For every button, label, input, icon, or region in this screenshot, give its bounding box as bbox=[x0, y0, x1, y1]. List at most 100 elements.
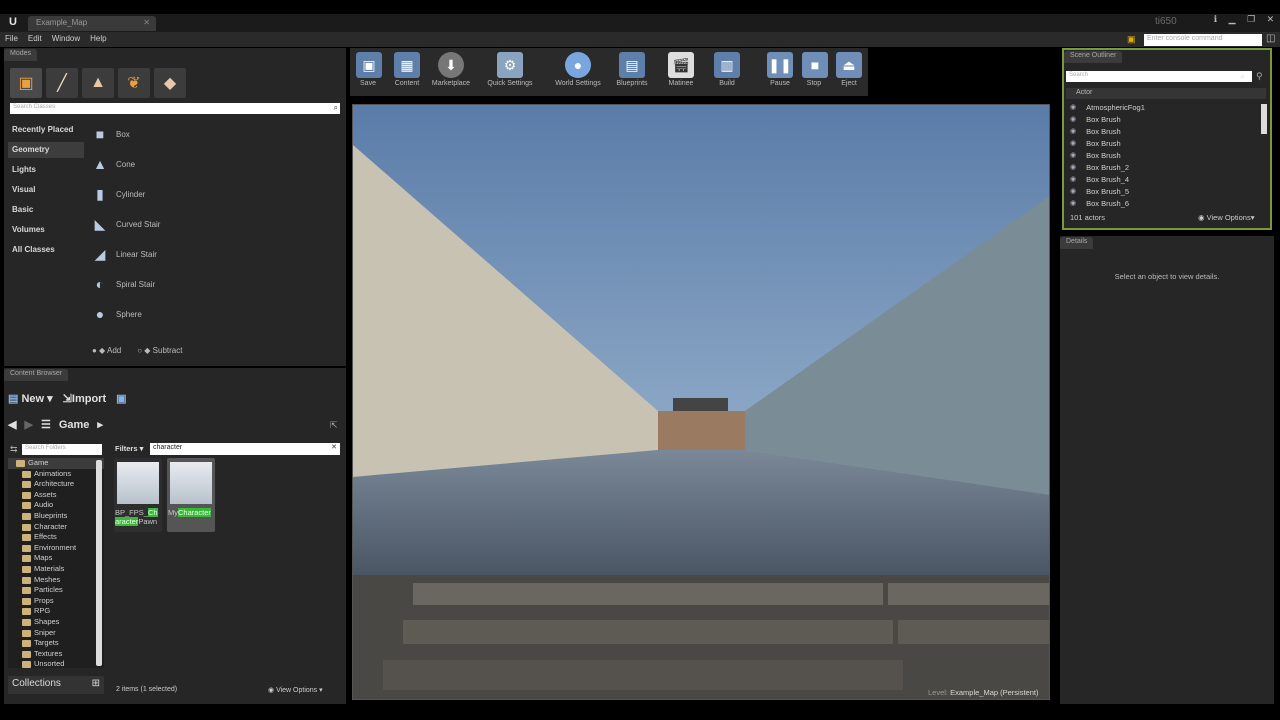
collections-button[interactable]: Collections ⊞ bbox=[8, 676, 104, 694]
folder-item[interactable]: Textures bbox=[8, 649, 104, 660]
minimize-icon[interactable]: ▁ bbox=[1229, 14, 1236, 28]
matinee-button[interactable]: 🎬︎ Matinee bbox=[664, 52, 698, 87]
folder-item[interactable]: Blueprints bbox=[8, 511, 104, 522]
pause-button[interactable]: ❚❚ Pause bbox=[766, 52, 794, 87]
outliner-row[interactable]: ◉ Box Brush bbox=[1066, 114, 1260, 126]
stop-button[interactable]: ■ Stop bbox=[802, 52, 828, 87]
outliner-settings-icon[interactable]: ⚲ bbox=[1256, 71, 1263, 82]
outliner-row[interactable]: ◉ Box Brush_6 bbox=[1066, 198, 1260, 210]
folder-item[interactable]: RPG bbox=[8, 606, 104, 617]
category-volumes[interactable]: Volumes bbox=[8, 222, 84, 238]
menu-help[interactable]: Help bbox=[85, 32, 111, 47]
outliner-row[interactable]: ◉ Box Brush bbox=[1066, 138, 1260, 150]
new-button[interactable]: ▤ New ▾ bbox=[8, 392, 53, 405]
marketplace-button[interactable]: ⬇ Marketplace bbox=[428, 52, 474, 87]
menu-window[interactable]: Window bbox=[47, 32, 85, 47]
outliner-row[interactable]: ◉ Box Brush_4 bbox=[1066, 174, 1260, 186]
content-button[interactable]: ▦ Content bbox=[391, 52, 423, 87]
category-basic[interactable]: Basic bbox=[8, 202, 84, 218]
outliner-row[interactable]: ◉ Box Brush bbox=[1066, 150, 1260, 162]
geometry-item-spiral-stair[interactable]: ◐ Spiral Stair bbox=[90, 271, 340, 297]
geometry-item-cylinder[interactable]: ▮ Cylinder bbox=[90, 181, 340, 207]
maximize-icon[interactable]: ❐ bbox=[1247, 14, 1255, 28]
view-options-button[interactable]: ◉ View Options ▾ bbox=[268, 686, 323, 694]
back-icon[interactable]: ◀ bbox=[8, 418, 16, 431]
category-geometry[interactable]: Geometry bbox=[8, 142, 84, 158]
outliner-row[interactable]: ◉ Box Brush bbox=[1066, 126, 1260, 138]
search-classes-input[interactable]: Search Classes ⌕ bbox=[10, 103, 340, 114]
visibility-eye-icon[interactable]: ◉ bbox=[1070, 187, 1076, 197]
folder-item[interactable]: Character bbox=[8, 522, 104, 533]
geometry-mode-icon[interactable]: ◆ bbox=[154, 68, 186, 98]
geometry-item-linear-stair[interactable]: ◢ Linear Stair bbox=[90, 241, 340, 267]
folder-item[interactable]: Environment bbox=[8, 543, 104, 554]
foliage-mode-icon[interactable]: ❦ bbox=[118, 68, 150, 98]
visibility-eye-icon[interactable]: ◉ bbox=[1070, 139, 1076, 149]
outliner-view-options-button[interactable]: ◉ View Options▾ bbox=[1198, 213, 1254, 222]
asset-tile[interactable]: BP_FPS_CharacterPawn bbox=[114, 458, 162, 532]
save-button[interactable]: ▣ Save bbox=[356, 52, 382, 87]
geometry-item-box[interactable]: ■ Box bbox=[90, 121, 340, 147]
menu-edit[interactable]: Edit bbox=[23, 32, 47, 47]
visibility-eye-icon[interactable]: ◉ bbox=[1070, 127, 1076, 137]
folder-game[interactable]: Game bbox=[8, 458, 104, 469]
folder-item[interactable]: Unsorted bbox=[8, 659, 104, 670]
build-button[interactable]: ▥ Build bbox=[712, 52, 742, 87]
folder-toggle-icon[interactable]: ⇆ bbox=[10, 444, 18, 455]
folder-item[interactable]: Targets bbox=[8, 638, 104, 649]
category-all-classes[interactable]: All Classes bbox=[8, 242, 84, 258]
folder-item[interactable]: Materials bbox=[8, 564, 104, 575]
filters-button[interactable]: Filters ▾ bbox=[115, 444, 143, 453]
folder-item[interactable]: Meshes bbox=[8, 575, 104, 586]
panel-close-icon[interactable]: ◫ bbox=[1266, 33, 1278, 45]
forward-icon[interactable]: ▶ bbox=[24, 418, 32, 431]
add-radio[interactable]: ● ◆ Add bbox=[92, 346, 121, 355]
console-input[interactable]: Enter console command bbox=[1144, 34, 1262, 46]
landscape-mode-icon[interactable]: ▲ bbox=[82, 68, 114, 98]
visibility-eye-icon[interactable]: ◉ bbox=[1070, 151, 1076, 161]
asset-filter-input[interactable]: character ✕ bbox=[150, 443, 340, 455]
path-game[interactable]: Game bbox=[59, 419, 90, 431]
close-icon[interactable]: ✕ bbox=[1267, 14, 1275, 28]
subtract-radio[interactable]: ○ ◆ Subtract bbox=[137, 346, 182, 355]
settings-icon[interactable]: ℹ bbox=[1214, 14, 1217, 28]
folder-item[interactable]: Props bbox=[8, 596, 104, 607]
category-visual[interactable]: Visual bbox=[8, 182, 84, 198]
folder-item[interactable]: Effects bbox=[8, 532, 104, 543]
quick-settings-button[interactable]: ⚙ Quick Settings bbox=[482, 52, 538, 87]
lock-icon[interactable]: ⇱ bbox=[330, 420, 338, 431]
clear-icon[interactable]: ✕ bbox=[331, 443, 337, 451]
import-button[interactable]: ⇲Import bbox=[63, 392, 106, 405]
outliner-scrollbar[interactable] bbox=[1261, 104, 1267, 134]
folder-item[interactable]: Assets bbox=[8, 490, 104, 501]
place-mode-icon[interactable]: ▣ bbox=[10, 68, 42, 98]
blueprints-button[interactable]: ▤ Blueprints bbox=[612, 52, 652, 87]
menu-file[interactable]: File bbox=[0, 32, 23, 47]
scene-outliner-tab[interactable]: Scene Outliner bbox=[1064, 51, 1123, 63]
outliner-search-input[interactable]: Search bbox=[1066, 71, 1252, 82]
asset-tile-selected[interactable]: MyCharacter bbox=[167, 458, 215, 532]
folder-item[interactable]: Audio bbox=[8, 500, 104, 511]
folder-item[interactable]: Animations bbox=[8, 469, 104, 480]
map-tab[interactable]: Example_Map ✕ bbox=[28, 16, 156, 31]
modes-tab[interactable]: Modes bbox=[4, 49, 38, 61]
folder-item[interactable]: Particles bbox=[8, 585, 104, 596]
path-list-icon[interactable]: ☰ bbox=[41, 418, 51, 431]
close-icon[interactable]: ✕ bbox=[143, 18, 150, 27]
world-settings-button[interactable]: ● World Settings bbox=[550, 52, 606, 87]
visibility-eye-icon[interactable]: ◉ bbox=[1070, 103, 1076, 113]
search-folders-input[interactable]: Search Folders bbox=[22, 444, 102, 455]
level-viewport[interactable] bbox=[352, 104, 1050, 700]
save-all-icon[interactable]: ▣ bbox=[116, 392, 126, 405]
visibility-eye-icon[interactable]: ◉ bbox=[1070, 163, 1076, 173]
visibility-eye-icon[interactable]: ◉ bbox=[1070, 199, 1076, 209]
folder-item[interactable]: Sniper bbox=[8, 628, 104, 639]
path-chevron-icon[interactable]: ▸ bbox=[97, 418, 103, 431]
visibility-eye-icon[interactable]: ◉ bbox=[1070, 175, 1076, 185]
outliner-row[interactable]: ◉ AtmosphericFog1 bbox=[1066, 102, 1260, 114]
folder-item[interactable]: Maps bbox=[8, 553, 104, 564]
geometry-item-sphere[interactable]: ● Sphere bbox=[90, 301, 340, 327]
paint-mode-icon[interactable]: ╱ bbox=[46, 68, 78, 98]
folder-item[interactable]: Architecture bbox=[8, 479, 104, 490]
outliner-column-header[interactable]: Actor bbox=[1066, 88, 1266, 99]
